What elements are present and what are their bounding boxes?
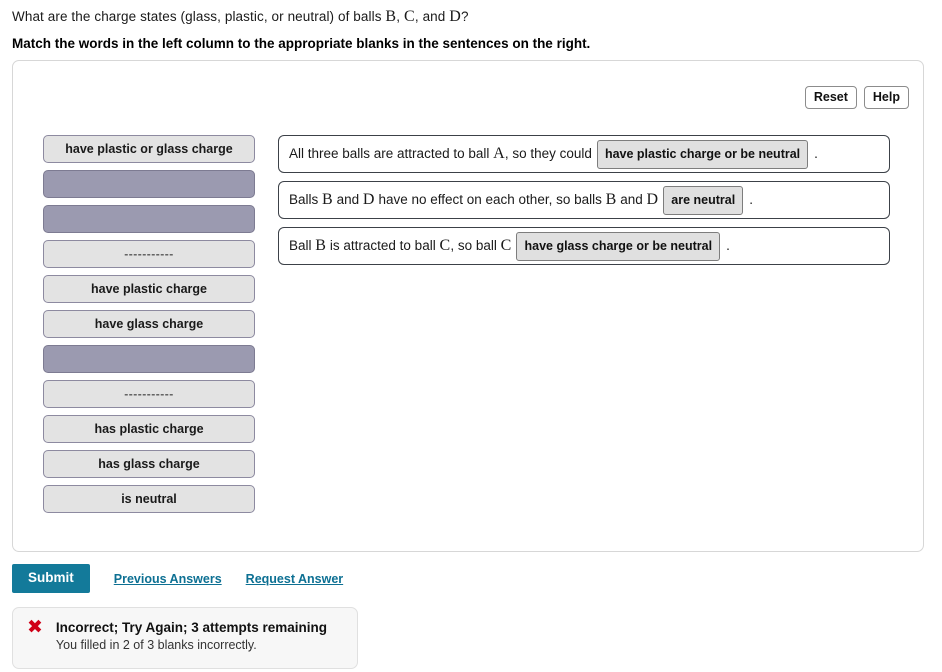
word-tile[interactable] [43, 345, 255, 373]
word-tile-label: has glass charge [98, 457, 200, 471]
ball-label-b: B [322, 191, 333, 208]
word-tile[interactable] [43, 170, 255, 198]
ball-label-d: D [362, 191, 375, 208]
sentence-period: . [726, 238, 730, 253]
sentence-list: All three balls are attracted to ball A,… [278, 135, 890, 273]
word-tile[interactable]: ----------- [43, 380, 255, 408]
panel-toolbar: Reset Help [804, 86, 909, 109]
sentence-period: . [814, 146, 818, 161]
feedback-title: Incorrect; Try Again; 3 attempts remaini… [55, 620, 327, 635]
word-tile[interactable]: have glass charge [43, 310, 255, 338]
sentence-row: All three balls are attracted to ball A,… [278, 135, 890, 173]
word-tile[interactable] [43, 205, 255, 233]
exercise-panel: Reset Help have plastic or glass charge … [12, 60, 924, 552]
word-tile[interactable]: has glass charge [43, 450, 255, 478]
sentence-text-segment: All three balls are attracted to ball [289, 146, 494, 161]
help-button[interactable]: Help [863, 86, 909, 109]
ball-label-b: B [605, 191, 617, 208]
word-tile-label: has plastic charge [94, 422, 204, 436]
ball-label-b: B [385, 8, 397, 25]
sentence-row: Ball B is attracted to ball C, so ball C… [278, 227, 890, 265]
sentence-text-segment: is attracted to ball [326, 238, 440, 253]
ball-label-c: C [404, 8, 415, 25]
sentence-text-segment: Balls [289, 192, 323, 207]
sentence-text-segment: , so ball [450, 238, 501, 253]
word-tile[interactable]: ----------- [43, 240, 255, 268]
answer-blank[interactable]: are neutral [663, 185, 744, 215]
sentence-text-segment: have no effect on each other, so balls [374, 192, 606, 207]
question-text-post: ? [461, 9, 469, 24]
question-sep-1: , [396, 9, 404, 24]
sentence-row: Balls B and D have no effect on each oth… [278, 181, 890, 219]
question-text-pre: What are the charge states (glass, plast… [12, 9, 386, 24]
word-bank: have plastic or glass charge -----------… [43, 135, 255, 520]
ball-label-b: B [315, 237, 327, 254]
sentence-period: . [749, 192, 753, 207]
instruction-text: Match the words in the left column to th… [12, 36, 591, 51]
sentence-text-segment: , so they could [504, 146, 592, 161]
word-tile[interactable]: is neutral [43, 485, 255, 513]
word-tile[interactable]: have plastic or glass charge [43, 135, 255, 163]
ball-label-d: D [449, 8, 462, 25]
action-row: Submit Previous Answers Request Answer [12, 564, 343, 593]
submit-button[interactable]: Submit [12, 564, 90, 593]
reset-button[interactable]: Reset [804, 86, 857, 109]
ball-label-a: A [493, 145, 505, 162]
sentence-text-segment: Ball [289, 238, 316, 253]
ball-label-c: C [500, 237, 512, 254]
sentence-text-segment: and [332, 192, 363, 207]
sentence-text: Balls B and D have no effect on each oth… [289, 191, 658, 209]
feedback-text: Incorrect; Try Again; 3 attempts remaini… [56, 619, 327, 654]
word-tile-label: is neutral [121, 492, 177, 506]
ball-label-d: D [646, 191, 659, 208]
feedback-detail: You filled in 2 of 3 blanks incorrectly. [55, 638, 257, 652]
answer-blank[interactable]: have plastic charge or be neutral [596, 139, 809, 169]
question-prompt: What are the charge states (glass, plast… [12, 8, 469, 26]
word-tile-label: have plastic charge [90, 282, 208, 296]
word-tile-label: ----------- [124, 247, 174, 261]
sentence-text-segment: and [616, 192, 647, 207]
feedback-panel: ✖ Incorrect; Try Again; 3 attempts remai… [12, 607, 358, 669]
word-tile[interactable]: has plastic charge [43, 415, 255, 443]
request-answer-link[interactable]: Request Answer [246, 572, 343, 586]
sentence-text: Ball B is attracted to ball C, so ball C [289, 237, 511, 255]
question-sep-2: , and [414, 9, 450, 24]
exercise-page: What are the charge states (glass, plast… [0, 0, 942, 672]
word-tile-label: ----------- [124, 387, 174, 401]
answer-blank[interactable]: have glass charge or be neutral [516, 231, 721, 261]
ball-label-c: C [439, 237, 451, 254]
word-tile-label: have glass charge [94, 317, 204, 331]
previous-answers-link[interactable]: Previous Answers [114, 572, 222, 586]
word-tile[interactable]: have plastic charge [43, 275, 255, 303]
word-tile-label: have plastic or glass charge [65, 142, 233, 156]
sentence-text: All three balls are attracted to ball A,… [289, 145, 592, 163]
x-mark-icon: ✖ [27, 616, 43, 638]
